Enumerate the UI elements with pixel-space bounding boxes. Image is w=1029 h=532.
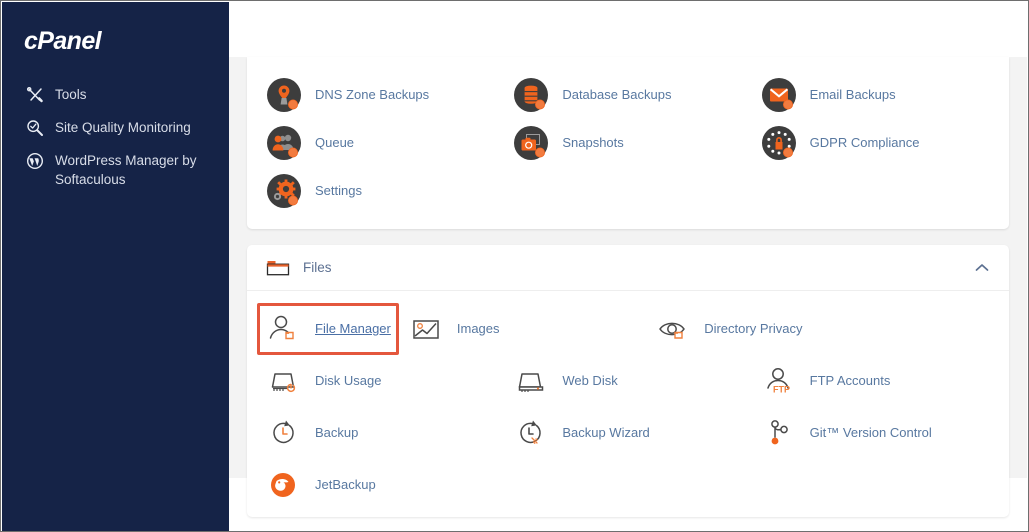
tile-queue[interactable]: Queue: [257, 119, 504, 167]
jetbackup-panel: DNS Zone Backups Database Backups Email …: [247, 57, 1009, 229]
tile-label: Backup: [315, 425, 359, 440]
web-disk-icon: [512, 362, 550, 400]
top-strip: [229, 2, 1027, 57]
tile-label: GDPR Compliance: [809, 135, 920, 150]
tile-backup-wizard[interactable]: Backup Wizard: [504, 407, 751, 459]
browser-viewport: cPanel Tools Site Quality Monitoring Wor…: [0, 0, 1029, 532]
sidebar-item-site-quality-monitoring[interactable]: Site Quality Monitoring: [2, 111, 229, 144]
tile-label: Email Backups: [809, 87, 896, 102]
tile-label: Queue: [315, 135, 355, 150]
tile-label: Git™ Version Control: [809, 425, 932, 440]
jetbackup-icon: [265, 466, 303, 504]
sidebar-item-label: Site Quality Monitoring: [55, 120, 191, 135]
tile-gdpr-compliance[interactable]: GDPR Compliance: [752, 119, 999, 167]
tile-label: Web Disk: [562, 373, 618, 388]
backup-wizard-icon: [512, 414, 550, 452]
sidebar-item-label: WordPress Manager by Softaculous: [55, 153, 197, 187]
eye-privacy-icon: [654, 310, 692, 348]
envelope-icon: [760, 76, 798, 114]
files-panel-header[interactable]: Files: [247, 245, 1009, 291]
sidebar-nav: Tools Site Quality Monitoring WordPress …: [2, 78, 229, 196]
files-tile-grid: File Manager Images Directory Privacy Di…: [247, 291, 1009, 517]
cpanel-logo: cPanel: [24, 27, 102, 55]
tile-label: Images: [456, 321, 500, 336]
tile-label: Backup Wizard: [562, 425, 650, 440]
tile-label: File Manager: [315, 321, 391, 336]
users-queue-icon: [265, 124, 303, 162]
ftp-accounts-icon: FTP: [760, 362, 798, 400]
tile-backup[interactable]: Backup: [257, 407, 504, 459]
git-icon: [760, 414, 798, 452]
backup-clock-icon: [265, 414, 303, 452]
tools-icon: [24, 85, 46, 104]
files-panel: Files File Manager Images Directory Priv…: [247, 245, 1009, 517]
sidebar-item-label: Tools: [55, 87, 87, 102]
tile-ftp-accounts[interactable]: FTP FTP Accounts: [752, 355, 999, 407]
files-panel-title: Files: [303, 260, 332, 275]
tile-label: Directory Privacy: [704, 321, 803, 336]
tile-label: Disk Usage: [315, 373, 382, 388]
database-stack-icon: [512, 76, 550, 114]
tile-label: FTP Accounts: [809, 373, 891, 388]
wordpress-icon: [24, 151, 46, 170]
tile-label: JetBackup: [315, 477, 376, 492]
tile-label: Database Backups: [562, 87, 672, 102]
magnifier-check-icon: [24, 118, 46, 137]
gear-icon: [265, 172, 303, 210]
tile-label: Snapshots: [562, 135, 624, 150]
tile-jetbackup[interactable]: JetBackup: [257, 459, 504, 511]
dns-pin-icon: [265, 76, 303, 114]
tile-directory-privacy[interactable]: Directory Privacy: [646, 303, 893, 355]
tile-dns-zone-backups[interactable]: DNS Zone Backups: [257, 71, 504, 119]
disk-usage-icon: [265, 362, 303, 400]
sidebar-item-wordpress-manager[interactable]: WordPress Manager by Softaculous: [2, 144, 229, 196]
folder-icon: [265, 256, 291, 280]
sidebar: cPanel Tools Site Quality Monitoring Wor…: [2, 2, 229, 531]
tile-file-manager[interactable]: File Manager: [257, 303, 399, 355]
images-icon: [407, 310, 445, 348]
sidebar-item-tools[interactable]: Tools: [2, 78, 229, 111]
tile-snapshots[interactable]: Snapshots: [504, 119, 751, 167]
main-content: DNS Zone Backups Database Backups Email …: [229, 2, 1027, 530]
camera-icon: [512, 124, 550, 162]
svg-text:FTP: FTP: [773, 385, 790, 395]
tile-label: Settings: [315, 183, 362, 198]
panels-scroll-area[interactable]: DNS Zone Backups Database Backups Email …: [229, 57, 1027, 517]
tile-database-backups[interactable]: Database Backups: [504, 71, 751, 119]
tile-web-disk[interactable]: Web Disk: [504, 355, 751, 407]
jetbackup-tile-grid: DNS Zone Backups Database Backups Email …: [247, 57, 1009, 219]
file-manager-icon: [265, 310, 303, 348]
tile-images[interactable]: Images: [399, 303, 646, 355]
tile-disk-usage[interactable]: Disk Usage: [257, 355, 504, 407]
tile-email-backups[interactable]: Email Backups: [752, 71, 999, 119]
tile-settings[interactable]: Settings: [257, 167, 504, 215]
tile-label: DNS Zone Backups: [315, 87, 430, 102]
chevron-up-icon[interactable]: [973, 259, 991, 277]
tile-git-version-control[interactable]: Git™ Version Control: [752, 407, 999, 459]
gdpr-stars-lock-icon: [760, 124, 798, 162]
